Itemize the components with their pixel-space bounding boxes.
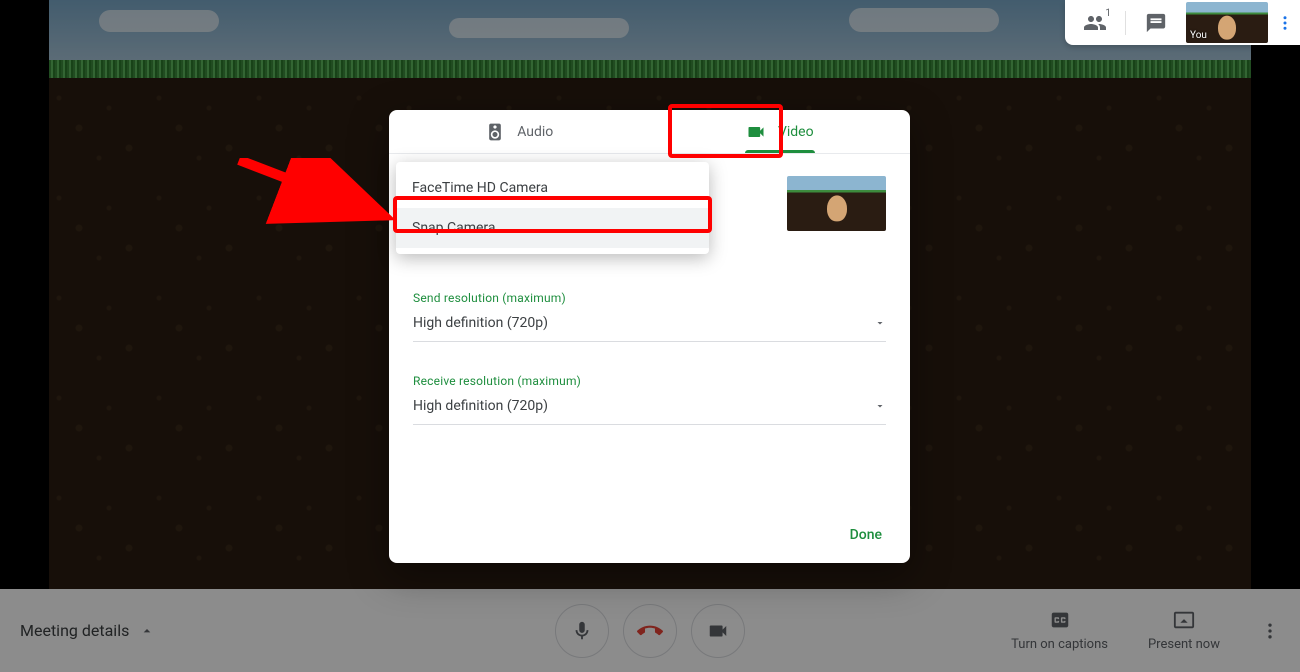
done-button[interactable]: Done	[850, 527, 882, 543]
camera-option-snap[interactable]: Snap Camera	[396, 208, 709, 248]
participant-count-badge: 1	[1105, 8, 1111, 19]
bottom-bar-overlay	[0, 589, 1300, 672]
more-vert-icon	[1276, 14, 1294, 32]
tab-audio-label: Audio	[517, 124, 553, 140]
camera-preview	[787, 176, 886, 231]
participants-button[interactable]: 1	[1065, 0, 1125, 45]
tab-video-label: Video	[778, 124, 814, 140]
self-video-more-button[interactable]	[1270, 14, 1300, 32]
receive-resolution-label: Receive resolution (maximum)	[413, 374, 886, 388]
self-video-thumbnail[interactable]: You	[1186, 2, 1268, 43]
speaker-icon	[485, 122, 505, 142]
send-resolution-value: High definition (720p)	[413, 315, 548, 331]
send-resolution-select[interactable]: High definition (720p)	[413, 307, 886, 342]
tab-video[interactable]: Video	[650, 110, 911, 153]
tab-audio[interactable]: Audio	[389, 110, 650, 153]
videocam-icon	[746, 122, 766, 142]
people-icon	[1083, 11, 1107, 35]
dropdown-arrow-icon	[874, 400, 886, 412]
send-resolution-label: Send resolution (maximum)	[413, 291, 886, 305]
camera-option-facetime[interactable]: FaceTime HD Camera	[396, 168, 709, 208]
camera-dropdown: FaceTime HD Camera Snap Camera	[396, 162, 709, 254]
settings-tabs: Audio Video	[389, 110, 910, 154]
top-right-panel: 1 You	[1065, 0, 1300, 45]
dropdown-arrow-icon	[874, 317, 886, 329]
receive-resolution-value: High definition (720p)	[413, 398, 548, 414]
chat-icon	[1145, 12, 1167, 34]
self-label: You	[1190, 30, 1207, 41]
chat-button[interactable]	[1126, 0, 1186, 45]
receive-resolution-select[interactable]: High definition (720p)	[413, 390, 886, 425]
